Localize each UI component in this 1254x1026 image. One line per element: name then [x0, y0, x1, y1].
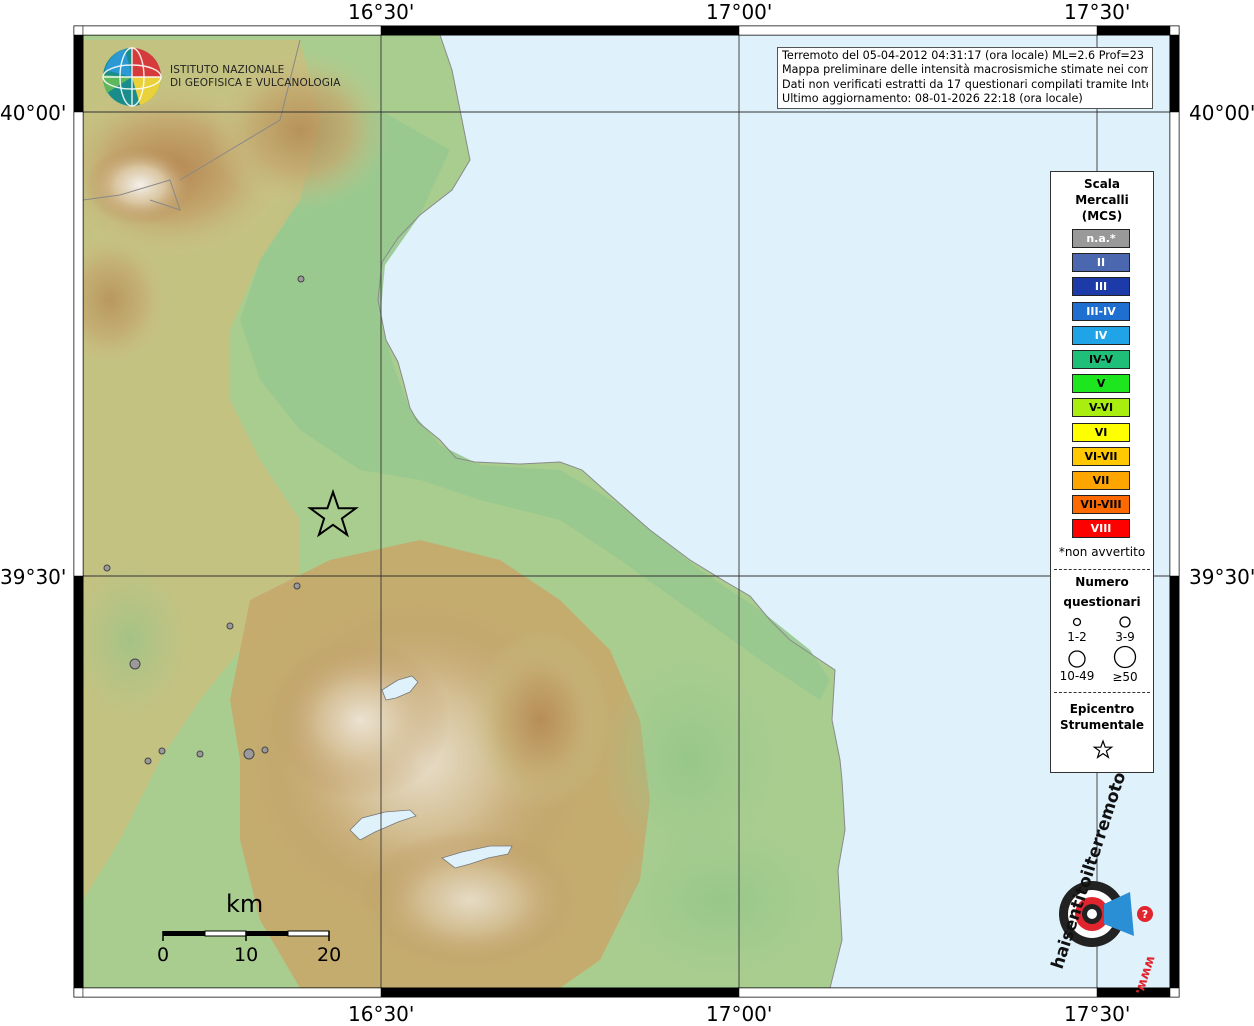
- legend-separator-1: [1054, 569, 1150, 570]
- count-symbol-small-icon: [1072, 617, 1082, 627]
- legend-separator-2: [1054, 692, 1150, 693]
- scale-tick-20: 20: [317, 944, 342, 966]
- lon-top-3: 17°30': [1064, 0, 1131, 24]
- ingv-logo-icon: [102, 47, 162, 107]
- questionnaire-point[interactable]: [261, 746, 269, 754]
- epicenter-title-line1: Epicentro: [1069, 702, 1135, 716]
- questionnaire-point[interactable]: [158, 747, 166, 755]
- scale-tick-10: 10: [234, 944, 259, 966]
- legend-chip-v-vi: V-VI: [1072, 398, 1130, 418]
- lat-right-2: 39°30': [1189, 565, 1254, 589]
- legend-chip-v: V: [1072, 374, 1130, 394]
- legend-star-icon: [1092, 739, 1114, 759]
- ingv-line2: DI GEOFISICA E VULCANOLOGIA: [170, 77, 341, 89]
- svg-text:?: ?: [1142, 908, 1148, 921]
- ingv-line1: ISTITUTO NAZIONALE: [170, 64, 285, 76]
- legend-chip-iv-v: IV-V: [1072, 350, 1130, 369]
- legend-title-line2: Mercalli: [1075, 193, 1129, 207]
- count-symbol-xlarge-icon: [1113, 645, 1137, 669]
- scale-tick-0: 0: [157, 944, 170, 966]
- legend-chip-vii: VII: [1072, 471, 1130, 490]
- intensity-legend: Scala Mercalli (MCS) n.a.* II III III-IV IV I…: [1050, 171, 1154, 773]
- questionnaire-point[interactable]: [129, 658, 141, 670]
- lon-top-2: 17°00': [706, 0, 773, 24]
- legend-chip-viii: VIII: [1072, 519, 1130, 539]
- event-info-line1: Terremoto del 05-04-2012 04:31:17 (ora l…: [782, 49, 1148, 62]
- legend-title-line1: Scala: [1083, 177, 1121, 191]
- legend-chip-vi: VI: [1072, 422, 1130, 442]
- questionnaire-point[interactable]: [226, 622, 234, 630]
- count-label-2: 3-9: [1115, 630, 1135, 644]
- terrain-layer: [83, 35, 1170, 988]
- event-info-box: Terremoto del 05-04-2012 04:31:17 (ora l…: [777, 47, 1153, 109]
- legend-not-felt-note: *non avvertito: [1058, 545, 1146, 559]
- lat-left-1: 40°00': [0, 101, 67, 125]
- scale-bar-unit: km: [226, 890, 264, 918]
- legend-title-line3: (MCS): [1081, 209, 1123, 223]
- north-peak: [85, 145, 195, 225]
- lon-bottom-3: 17°30': [1064, 1002, 1131, 1026]
- count-symbol-medium-icon: [1119, 616, 1131, 628]
- event-info-line4: Ultimo aggiornamento: 08-01-2026 22:18 (…: [782, 92, 1083, 106]
- count-label-3: 10-49: [1059, 669, 1095, 683]
- legend-chip-n-a: n.a.*: [1072, 229, 1130, 248]
- questionnaire-point[interactable]: [243, 748, 255, 760]
- ingv-logo-text: ISTITUTO NAZIONALE DI GEOFISICA E VULCAN…: [170, 64, 341, 90]
- count-symbol-large-icon: [1068, 650, 1086, 668]
- count-title-line2: questionari: [1063, 595, 1141, 609]
- legend-chip-iv: IV: [1072, 325, 1130, 345]
- event-info-line3: Dati non verificati estratti da 17 quest…: [782, 77, 1148, 91]
- lon-bottom-2: 17°00': [706, 1002, 773, 1026]
- questionnaire-point[interactable]: [293, 582, 301, 590]
- lat-left-2: 39°30': [0, 565, 67, 589]
- event-info-line2: Mappa preliminare delle intensità macros…: [782, 63, 1148, 77]
- lat-right-1: 40°00': [1189, 101, 1254, 125]
- count-title-line1: Numero: [1075, 575, 1129, 589]
- count-label-1: 1-2: [1067, 630, 1087, 644]
- legend-chip-ii: II: [1072, 253, 1130, 273]
- legend-chip-vi-vii: VI-VII: [1072, 446, 1130, 466]
- lon-top-1: 16°30': [348, 0, 415, 24]
- questionnaire-point[interactable]: [144, 757, 152, 765]
- questionnaire-point[interactable]: [196, 750, 204, 758]
- legend-chip-vii-viii: VII-VIII: [1072, 495, 1130, 515]
- legend-chip-iii: III: [1072, 277, 1130, 297]
- lon-bottom-1: 16°30': [348, 1002, 415, 1026]
- questionnaire-point[interactable]: [103, 564, 111, 572]
- epicenter-title-line2: Strumentale: [1059, 718, 1145, 732]
- legend-chip-iii-iv: III-IV: [1072, 301, 1130, 321]
- questionnaire-point[interactable]: [297, 275, 305, 283]
- count-label-4: ≥50: [1112, 670, 1138, 684]
